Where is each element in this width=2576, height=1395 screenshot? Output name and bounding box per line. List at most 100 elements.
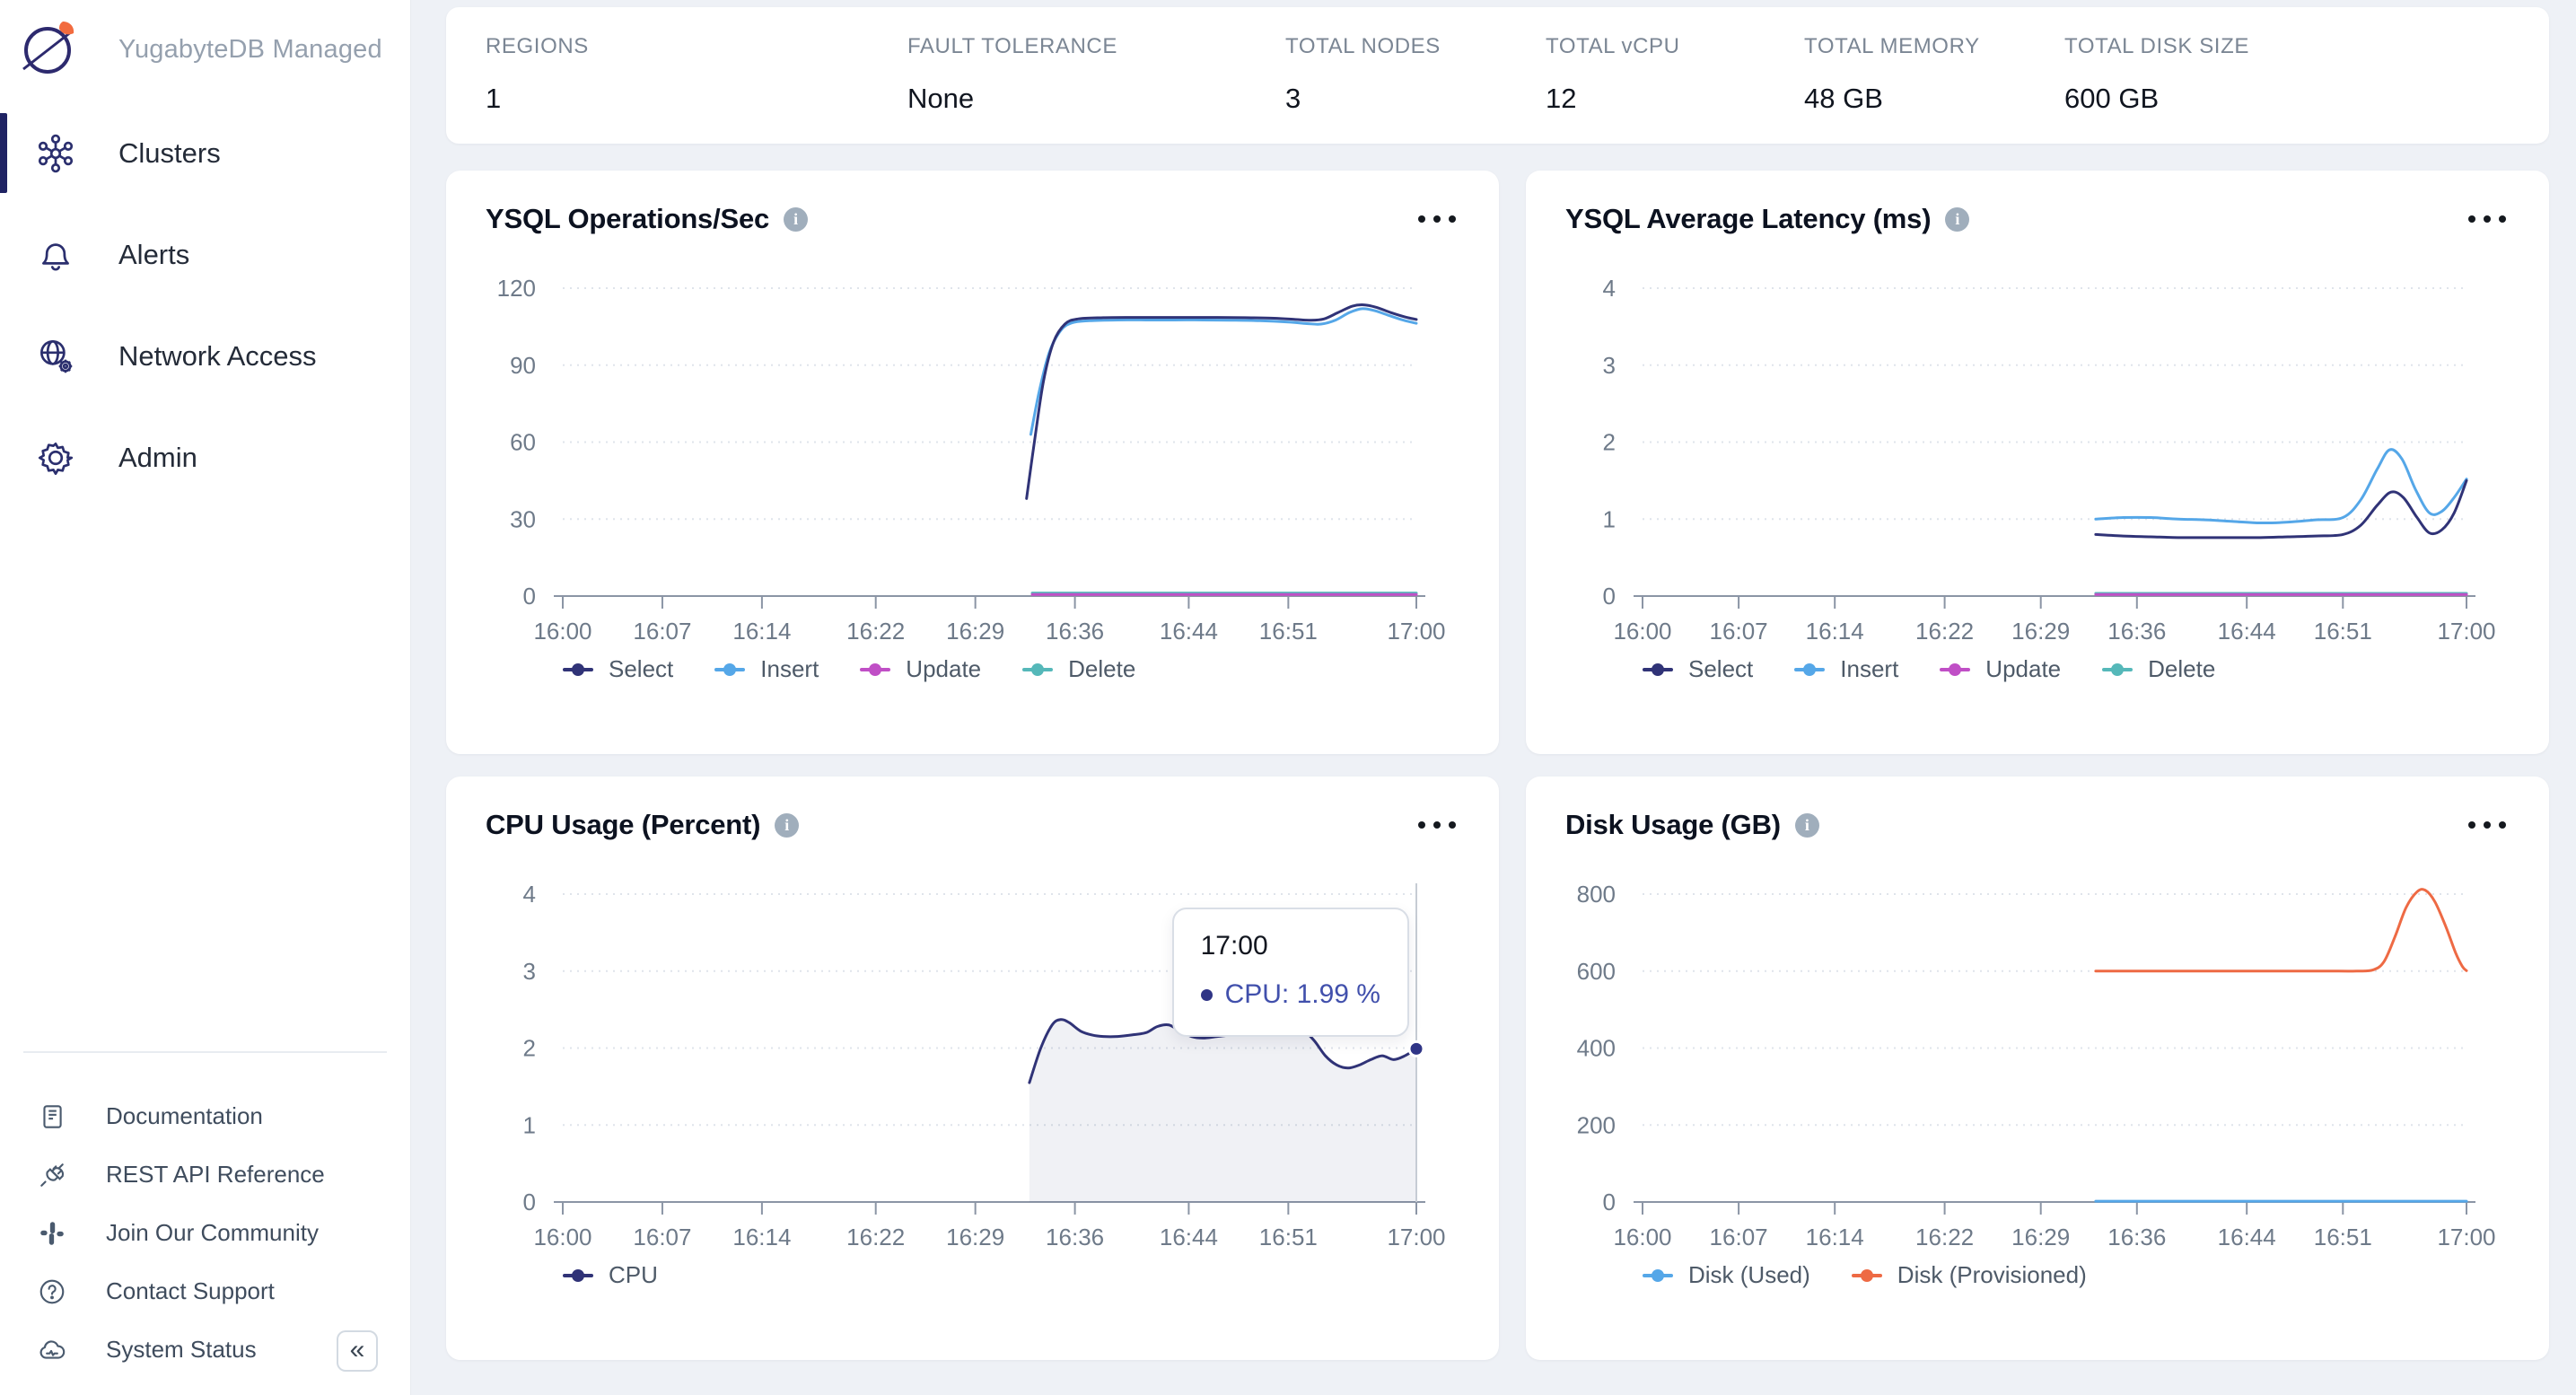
sidebar-item-label: Admin xyxy=(118,442,197,474)
main-content: REGIONS 1 FAULT TOLERANCE None TOTAL NOD… xyxy=(411,0,2576,1395)
info-icon[interactable]: i xyxy=(1945,207,1969,232)
charts-grid: YSQL Operations/Sec i 030609012016:0016:… xyxy=(446,171,2549,1360)
legend-marker xyxy=(563,668,593,671)
sidebar-item-label: Clusters xyxy=(118,137,221,170)
sidebar-item-network-access[interactable]: Network Access xyxy=(0,305,410,407)
chart-card-disk-usage: Disk Usage (GB) i 020040060080016:0016:0… xyxy=(1526,776,2549,1360)
svg-text:16:44: 16:44 xyxy=(2218,618,2276,645)
svg-text:0: 0 xyxy=(523,583,536,610)
svg-text:16:29: 16:29 xyxy=(946,1224,1004,1250)
svg-text:16:07: 16:07 xyxy=(1710,618,1768,645)
legend-item-delete[interactable]: Delete xyxy=(2102,655,2215,683)
svg-text:60: 60 xyxy=(510,429,536,456)
stat-label: REGIONS xyxy=(486,34,889,59)
legend-item-update[interactable]: Update xyxy=(860,655,981,683)
legend-item-delete[interactable]: Delete xyxy=(1022,655,1135,683)
svg-text:16:14: 16:14 xyxy=(1806,1224,1864,1250)
ysql-operations-chart[interactable]: 030609012016:0016:0716:1416:2216:2916:36… xyxy=(446,241,1499,654)
globe-gear-icon xyxy=(34,335,77,378)
svg-text:16:36: 16:36 xyxy=(2107,1224,2166,1250)
chart-title: YSQL Average Latency (ms) xyxy=(1565,203,1931,235)
svg-text:600: 600 xyxy=(1577,958,1616,985)
legend-item-cpu[interactable]: CPU xyxy=(563,1261,658,1289)
slack-icon xyxy=(38,1219,66,1248)
ysql-latency-chart[interactable]: 0123416:0016:0716:1416:2216:2916:3616:44… xyxy=(1526,241,2549,654)
svg-text:16:22: 16:22 xyxy=(1915,1224,1974,1250)
sidebar-nav: Clusters Alerts xyxy=(0,102,410,508)
document-icon xyxy=(38,1102,66,1131)
stat-value: 48 GB xyxy=(1804,83,2046,115)
chart-menu-button[interactable] xyxy=(2465,208,2510,230)
svg-text:16:00: 16:00 xyxy=(1613,618,1671,645)
svg-text:17:00: 17:00 xyxy=(2437,1224,2495,1250)
info-icon[interactable]: i xyxy=(784,207,808,232)
svg-text:120: 120 xyxy=(497,275,536,302)
disk-usage-chart[interactable]: 020040060080016:0016:0716:1416:2216:2916… xyxy=(1526,847,2549,1259)
chart-title: Disk Usage (GB) xyxy=(1565,809,1781,841)
legend-item-update[interactable]: Update xyxy=(1940,655,2061,683)
svg-text:0: 0 xyxy=(523,1189,536,1215)
sidebar-item-documentation[interactable]: Documentation xyxy=(0,1087,410,1145)
svg-text:17:00: 17:00 xyxy=(2437,618,2495,645)
brand-title: YugabyteDB Managed xyxy=(118,35,382,65)
svg-text:16:14: 16:14 xyxy=(732,1224,791,1250)
sidebar: YugabyteDB Managed xyxy=(0,0,411,1395)
chart-legend: CPU xyxy=(563,1261,1499,1289)
stat-regions: REGIONS 1 xyxy=(486,34,907,144)
svg-text:1: 1 xyxy=(523,1111,536,1138)
legend-item-select[interactable]: Select xyxy=(563,655,673,683)
svg-text:17:00: 17:00 xyxy=(1387,618,1445,645)
sidebar-divider xyxy=(23,1051,387,1053)
stat-label: TOTAL DISK SIZE xyxy=(2064,34,2531,59)
legend-label: Select xyxy=(609,655,673,683)
svg-text:4: 4 xyxy=(1603,275,1616,302)
tooltip-value: CPU: 1.99 % xyxy=(1225,979,1380,1010)
svg-text:16:22: 16:22 xyxy=(846,1224,905,1250)
stat-label: FAULT TOLERANCE xyxy=(907,34,1267,59)
svg-text:3: 3 xyxy=(523,958,536,985)
chart-menu-button[interactable] xyxy=(2465,814,2510,836)
legend-item-insert[interactable]: Insert xyxy=(714,655,819,683)
legend-marker xyxy=(1022,668,1053,671)
stat-total-vcpu: TOTAL vCPU 12 xyxy=(1546,34,1804,144)
svg-text:17:00: 17:00 xyxy=(1387,1224,1445,1250)
sidebar-item-label: Network Access xyxy=(118,340,317,373)
card-header: CPU Usage (Percent) i xyxy=(446,776,1499,841)
svg-text:16:00: 16:00 xyxy=(533,618,591,645)
svg-text:16:07: 16:07 xyxy=(633,618,691,645)
legend-marker xyxy=(1643,1274,1673,1277)
sidebar-item-community[interactable]: Join Our Community xyxy=(0,1204,410,1262)
cluster-stats-bar: REGIONS 1 FAULT TOLERANCE None TOTAL NOD… xyxy=(446,7,2549,144)
legend-item-select[interactable]: Select xyxy=(1643,655,1753,683)
legend-item-disk-used[interactable]: Disk (Used) xyxy=(1643,1261,1810,1289)
info-icon[interactable]: i xyxy=(775,813,799,838)
sidebar-item-alerts[interactable]: Alerts xyxy=(0,204,410,305)
legend-marker xyxy=(2102,668,2133,671)
sidebar-item-support[interactable]: Contact Support xyxy=(0,1262,410,1320)
sidebar-collapse-button[interactable]: « xyxy=(337,1330,378,1372)
legend-marker xyxy=(860,668,890,671)
sidebar-item-clusters[interactable]: Clusters xyxy=(0,102,410,204)
tooltip-time: 17:00 xyxy=(1201,931,1380,961)
svg-text:0: 0 xyxy=(1603,1189,1616,1215)
legend-item-disk-provisioned[interactable]: Disk (Provisioned) xyxy=(1852,1261,2087,1289)
sidebar-item-admin[interactable]: Admin xyxy=(0,407,410,508)
chart-legend: Select Insert Update Delete xyxy=(1643,655,2549,683)
svg-text:16:51: 16:51 xyxy=(1259,618,1318,645)
legend-item-insert[interactable]: Insert xyxy=(1794,655,1898,683)
stat-label: TOTAL MEMORY xyxy=(1804,34,2046,59)
svg-text:0: 0 xyxy=(1603,583,1616,610)
svg-text:16:51: 16:51 xyxy=(1259,1224,1318,1250)
legend-marker xyxy=(563,1274,593,1277)
legend-label: Insert xyxy=(760,655,819,683)
chart-menu-button[interactable] xyxy=(1415,814,1459,836)
info-icon[interactable]: i xyxy=(1795,813,1819,838)
question-circle-icon xyxy=(38,1277,66,1306)
legend-label: CPU xyxy=(609,1261,658,1289)
chart-menu-button[interactable] xyxy=(1415,208,1459,230)
yugabyte-logo-icon xyxy=(16,16,84,83)
legend-marker xyxy=(714,668,745,671)
stat-value: 600 GB xyxy=(2064,83,2531,115)
sidebar-item-rest-api[interactable]: REST API Reference xyxy=(0,1145,410,1204)
svg-text:16:36: 16:36 xyxy=(1046,1224,1104,1250)
